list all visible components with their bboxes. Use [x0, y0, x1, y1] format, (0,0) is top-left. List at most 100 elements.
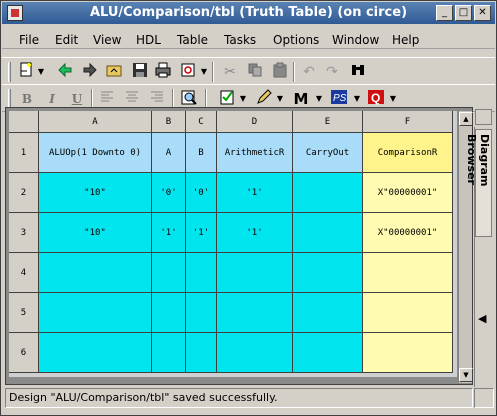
- table-cell[interactable]: '1': [186, 213, 217, 253]
- toolbar-grip[interactable]: [8, 89, 11, 109]
- check-list-icon[interactable]: [217, 89, 237, 109]
- collapse-arrow-icon[interactable]: ◀: [478, 312, 486, 325]
- table-cell[interactable]: [186, 333, 217, 373]
- table-cell[interactable]: [217, 333, 293, 373]
- signal-header-cell[interactable]: B: [186, 133, 217, 173]
- copy-icon[interactable]: [245, 62, 265, 82]
- column-header-f[interactable]: F: [363, 111, 453, 133]
- table-corner[interactable]: [9, 111, 39, 133]
- title-bar[interactable]: ALU/Comparison/tbl (Truth Table) (on cir…: [2, 2, 495, 24]
- menu-help[interactable]: Help: [392, 33, 419, 47]
- table-cell[interactable]: [293, 293, 363, 333]
- chevron-down-icon[interactable]: ▼: [37, 63, 45, 81]
- align-left-icon[interactable]: [97, 89, 117, 109]
- menu-window[interactable]: Window: [332, 33, 379, 47]
- table-cell[interactable]: [186, 293, 217, 333]
- new-file-icon[interactable]: [16, 62, 36, 82]
- table-cell[interactable]: [39, 253, 152, 293]
- cut-icon[interactable]: ✂: [220, 62, 240, 82]
- table-cell[interactable]: [293, 213, 363, 253]
- undo-icon[interactable]: ↶: [299, 62, 319, 82]
- row-header-4[interactable]: 4: [9, 253, 39, 293]
- table-cell[interactable]: "10": [39, 173, 152, 213]
- table-cell[interactable]: '1': [217, 173, 293, 213]
- menu-tasks[interactable]: Tasks: [224, 33, 256, 47]
- table-cell[interactable]: [186, 253, 217, 293]
- toolbar-grip[interactable]: [8, 62, 11, 82]
- column-header-a[interactable]: A: [39, 111, 152, 133]
- table-cell[interactable]: '1': [152, 213, 186, 253]
- table-cell[interactable]: [363, 253, 453, 293]
- table-cell[interactable]: '0': [152, 173, 186, 213]
- column-header-b[interactable]: B: [152, 111, 186, 133]
- table-cell[interactable]: [293, 333, 363, 373]
- signal-header-cell[interactable]: ComparisonR: [363, 133, 453, 173]
- bold-icon[interactable]: B: [17, 89, 37, 109]
- chevron-down-icon[interactable]: ▼: [200, 63, 208, 81]
- table-cell[interactable]: [217, 253, 293, 293]
- maximize-button[interactable]: □: [455, 5, 472, 21]
- refresh-icon[interactable]: [178, 62, 198, 82]
- row-header-6[interactable]: 6: [9, 333, 39, 373]
- align-center-icon[interactable]: [122, 89, 142, 109]
- print-icon[interactable]: [153, 62, 173, 82]
- paste-icon[interactable]: [270, 62, 290, 82]
- scroll-up-icon[interactable]: ▲: [459, 112, 473, 126]
- signal-header-cell[interactable]: ArithmeticR: [217, 133, 293, 173]
- table-cell[interactable]: [152, 333, 186, 373]
- row-header-2[interactable]: 2: [9, 173, 39, 213]
- table-cell[interactable]: [152, 293, 186, 333]
- back-arrow-icon[interactable]: [55, 62, 75, 82]
- save-icon[interactable]: [130, 62, 150, 82]
- table-cell[interactable]: [363, 333, 453, 373]
- questa-icon[interactable]: Q: [366, 89, 386, 109]
- table-cell[interactable]: '1': [217, 213, 293, 253]
- column-header-c[interactable]: C: [186, 111, 217, 133]
- table-cell[interactable]: "10": [39, 213, 152, 253]
- signal-header-cell[interactable]: A: [152, 133, 186, 173]
- minimize-button[interactable]: _: [436, 5, 453, 21]
- chevron-down-icon[interactable]: ▼: [315, 90, 323, 108]
- column-header-d[interactable]: D: [217, 111, 293, 133]
- table-cell[interactable]: [39, 293, 152, 333]
- table-cell[interactable]: '0': [186, 173, 217, 213]
- menu-hdl[interactable]: HDL: [136, 33, 161, 47]
- align-right-icon[interactable]: [147, 89, 167, 109]
- redo-icon[interactable]: ↷: [322, 62, 342, 82]
- chevron-down-icon[interactable]: ▼: [239, 90, 247, 108]
- search-icon[interactable]: [179, 89, 199, 109]
- scroll-down-icon[interactable]: ▼: [459, 368, 473, 382]
- forward-arrow-icon[interactable]: [80, 62, 100, 82]
- menu-file[interactable]: File: [19, 33, 39, 47]
- pencil-icon[interactable]: [254, 89, 274, 109]
- row-header-3[interactable]: 3: [9, 213, 39, 253]
- table-cell[interactable]: [293, 173, 363, 213]
- signal-header-cell[interactable]: CarryOut: [293, 133, 363, 173]
- menu-table[interactable]: Table: [177, 33, 208, 47]
- chevron-down-icon[interactable]: ▼: [276, 90, 284, 108]
- menu-view[interactable]: View: [93, 33, 121, 47]
- diagram-browser-tab[interactable]: Diagram Browser: [465, 129, 492, 237]
- precision-icon[interactable]: PS: [329, 89, 349, 109]
- table-cell[interactable]: X"00000001": [363, 213, 453, 253]
- underline-icon[interactable]: U: [67, 89, 87, 109]
- menu-edit[interactable]: Edit: [55, 33, 78, 47]
- table-cell[interactable]: [363, 293, 453, 333]
- table-cell[interactable]: [217, 293, 293, 333]
- open-folder-icon[interactable]: [104, 62, 124, 82]
- table-cell[interactable]: [152, 253, 186, 293]
- row-header-5[interactable]: 5: [9, 293, 39, 333]
- binoculars-icon[interactable]: [348, 62, 368, 82]
- menu-options[interactable]: Options: [273, 33, 319, 47]
- table-cell[interactable]: X"00000001": [363, 173, 453, 213]
- side-panel-grip[interactable]: [475, 109, 492, 125]
- column-header-e[interactable]: E: [293, 111, 363, 133]
- table-cell[interactable]: [293, 253, 363, 293]
- table-cell[interactable]: [39, 333, 152, 373]
- close-button[interactable]: ✕: [474, 5, 491, 21]
- modelsim-icon[interactable]: M: [291, 89, 311, 109]
- signal-header-cell[interactable]: ALUOp(1 Downto 0): [39, 133, 152, 173]
- row-header-1[interactable]: 1: [9, 133, 39, 173]
- chevron-down-icon[interactable]: ▼: [353, 90, 361, 108]
- italic-icon[interactable]: I: [42, 89, 62, 109]
